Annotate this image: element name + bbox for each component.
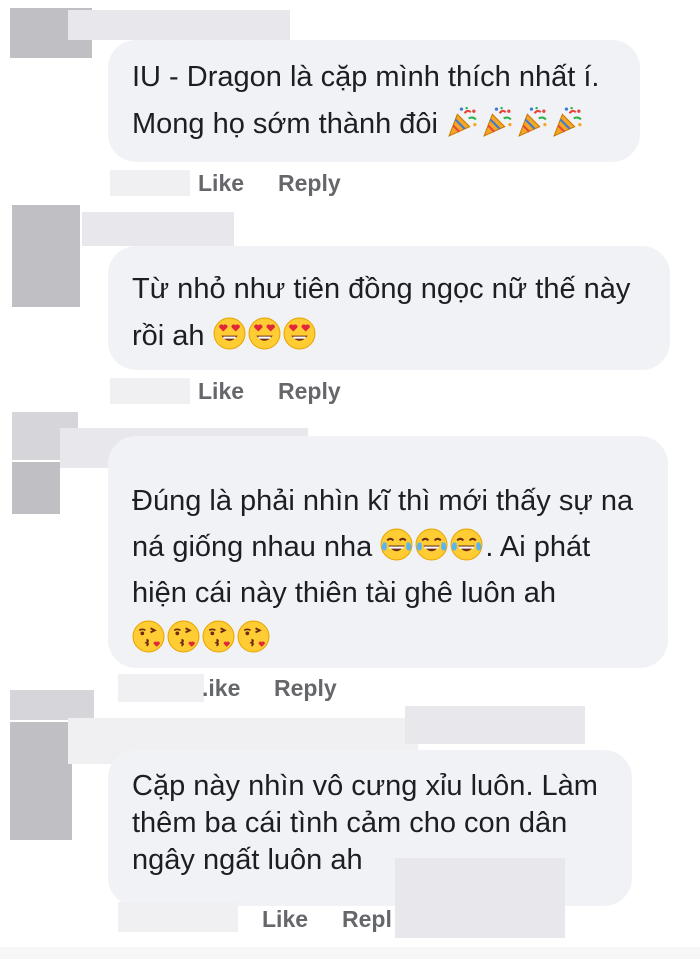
party-popper-emoji-group bbox=[446, 105, 586, 140]
redacted-name-right bbox=[405, 706, 585, 744]
comment-bubble: Đúng là phải nhìn kĩ thì mới thấy sự na … bbox=[108, 436, 668, 668]
avatar[interactable] bbox=[12, 205, 80, 307]
party-popper-icon bbox=[516, 105, 549, 138]
comment-text-line: ná giống nhau nha . Ai phát bbox=[132, 524, 668, 570]
redacted-overlay bbox=[395, 858, 565, 938]
kissing-heart-icon bbox=[202, 620, 235, 653]
kissing-heart-emoji-group bbox=[132, 620, 272, 655]
tears-of-joy-icon bbox=[415, 528, 448, 561]
reply-button[interactable]: Reply bbox=[278, 378, 341, 405]
like-button[interactable]: Like bbox=[198, 378, 244, 405]
redacted-timestamp bbox=[118, 902, 238, 932]
heart-eyes-icon bbox=[248, 317, 281, 350]
avatar-lower bbox=[12, 462, 60, 514]
tears-of-joy-icon bbox=[380, 528, 413, 561]
bottom-edge bbox=[0, 947, 700, 959]
comment-text-line: hiện cái này thiên tài ghê luôn ah bbox=[132, 577, 557, 609]
like-button[interactable]: .ike bbox=[202, 675, 240, 702]
comment-text-line: rồi ah bbox=[132, 313, 670, 360]
redacted-name bbox=[68, 10, 290, 40]
heart-eyes-icon bbox=[283, 317, 316, 350]
comment-emoji-line bbox=[132, 616, 668, 662]
party-popper-icon bbox=[446, 105, 479, 138]
avatar-lower bbox=[10, 722, 72, 840]
reply-button[interactable]: Reply bbox=[274, 675, 337, 702]
heart-eyes-icon bbox=[213, 317, 246, 350]
reply-button[interactable]: Reply bbox=[278, 170, 341, 197]
heart-eyes-emoji-group bbox=[213, 317, 318, 352]
redacted-timestamp bbox=[110, 378, 190, 404]
comment-text-line: Đúng là phải nhìn kĩ thì mới thấy sự na bbox=[132, 485, 634, 517]
comment-text-line: Mong họ sớm thành đôi bbox=[132, 101, 640, 148]
kissing-heart-icon bbox=[132, 620, 165, 653]
joy-emoji-group bbox=[380, 528, 485, 563]
kissing-heart-icon bbox=[237, 620, 270, 653]
like-button[interactable]: Like bbox=[262, 906, 308, 933]
comment-text-line: IU - Dragon là cặp mình thích nhất í. bbox=[132, 61, 600, 93]
party-popper-icon bbox=[481, 105, 514, 138]
avatar[interactable] bbox=[10, 690, 94, 720]
comment-text-line: thêm ba cái tình cảm cho con dân bbox=[132, 807, 568, 839]
comment-bubble: Từ nhỏ như tiên đồng ngọc nữ thế này rồi… bbox=[108, 246, 670, 370]
comment-text-line: Cặp này nhìn vô cưng xỉu luôn. Làm bbox=[132, 770, 598, 802]
comment-bubble: IU - Dragon là cặp mình thích nhất í. Mo… bbox=[108, 40, 640, 162]
redacted-timestamp bbox=[118, 674, 204, 702]
redacted-name bbox=[82, 212, 234, 246]
comment-text-line: Từ nhỏ như tiên đồng ngọc nữ thế này bbox=[132, 273, 631, 305]
redacted-timestamp bbox=[110, 170, 190, 196]
tears-of-joy-icon bbox=[450, 528, 483, 561]
reply-button[interactable]: Repl bbox=[342, 906, 392, 933]
kissing-heart-icon bbox=[167, 620, 200, 653]
like-button[interactable]: Like bbox=[198, 170, 244, 197]
party-popper-icon bbox=[551, 105, 584, 138]
